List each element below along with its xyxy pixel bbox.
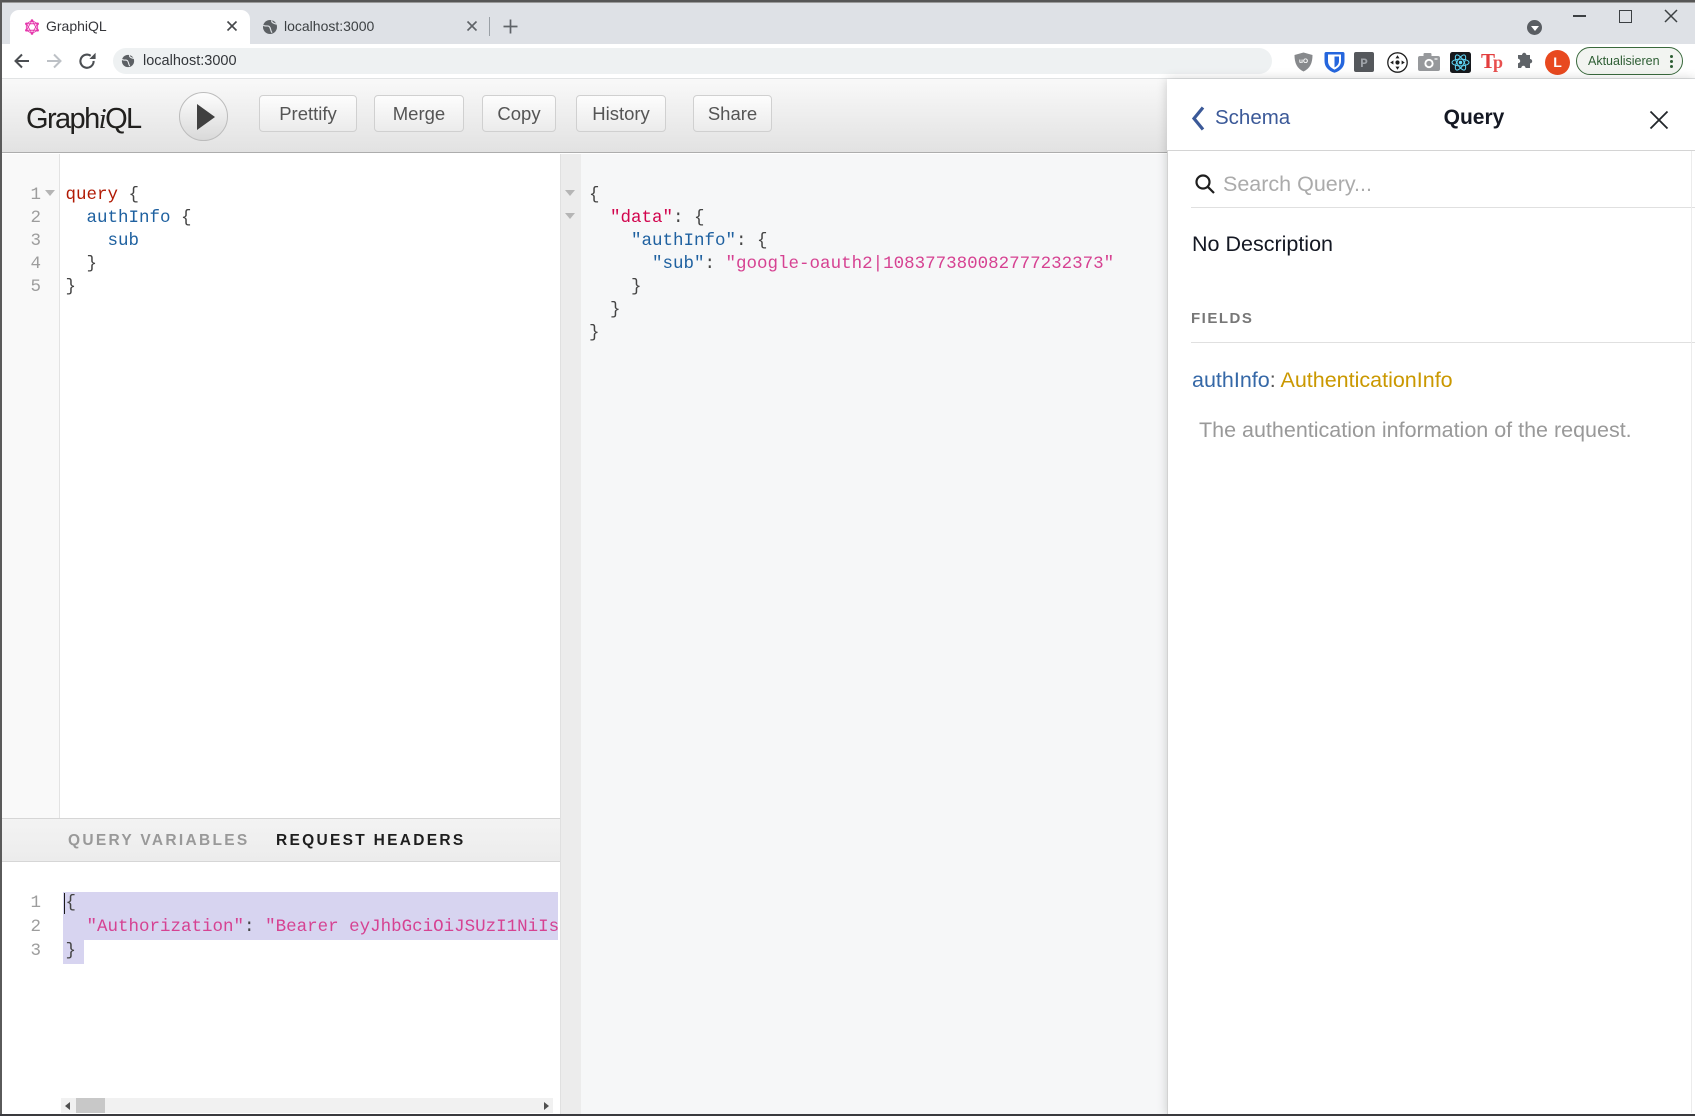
svg-text:uO: uO: [1299, 58, 1308, 65]
svg-text:P: P: [1360, 56, 1368, 71]
